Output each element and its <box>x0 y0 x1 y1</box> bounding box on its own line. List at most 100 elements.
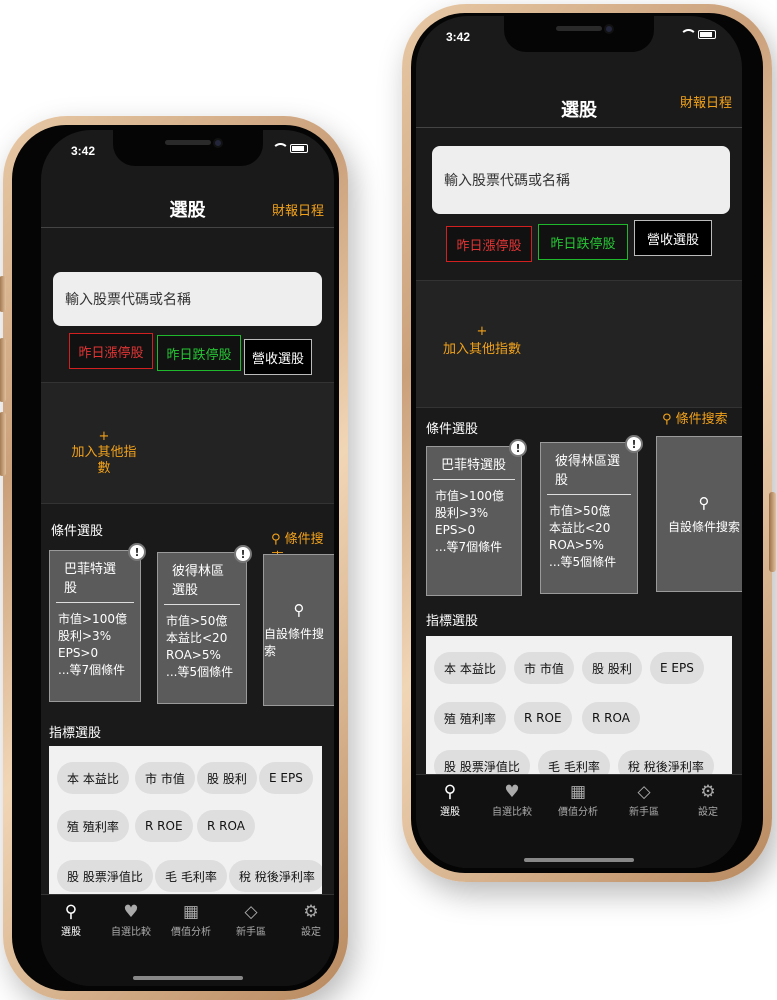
tab-settings[interactable]: ⚙ 設定 <box>281 901 334 938</box>
chip-icon: E <box>660 661 668 675</box>
diamond-icon: ◇ <box>244 902 258 922</box>
chip-dividend[interactable]: 股 股利 <box>582 652 642 684</box>
buffett-card[interactable]: ! 巴菲特選股 市值>100億 股利>3% EPS>0 ...等7個條件 <box>49 543 146 702</box>
calendar-link[interactable]: 財報日程 <box>680 92 732 111</box>
tab-label: 設定 <box>301 927 321 938</box>
chip-label: ROE <box>536 711 562 725</box>
limit-down-button[interactable]: 昨日跌停股 <box>157 335 241 371</box>
search-input[interactable]: 輸入股票代碼或名稱 <box>432 146 730 214</box>
chip-gross-margin[interactable]: 毛 毛利率 <box>155 860 227 892</box>
limit-down-button[interactable]: 昨日跌停股 <box>538 224 628 260</box>
custom-condition-card[interactable]: ⚲ 自設條件搜索 <box>656 436 742 592</box>
status-time: 3:42 <box>446 30 471 44</box>
search-icon: ⚲ <box>443 782 457 802</box>
chip-eps[interactable]: E EPS <box>259 762 313 794</box>
card-line: 市值>50億 <box>549 504 611 518</box>
card-line: 市值>50億 <box>166 614 228 628</box>
chip-label: EPS <box>671 661 694 675</box>
chip-icon: 毛 <box>548 759 561 774</box>
tab-label: 選股 <box>61 927 81 938</box>
card-line: ...等7個條件 <box>58 663 126 677</box>
chip-market-cap[interactable]: 市 市值 <box>514 652 574 684</box>
chip-gross-margin[interactable]: 毛 毛利率 <box>538 750 610 776</box>
chip-label: 殖利率 <box>82 819 119 834</box>
speaker <box>164 140 211 145</box>
chip-roe[interactable]: R ROE <box>514 702 572 734</box>
info-icon[interactable]: ! <box>128 543 146 561</box>
tab-screener[interactable]: ⚲ 選股 <box>420 781 480 818</box>
revenue-button[interactable]: 營收選股 <box>244 339 312 375</box>
chip-icon: 市 <box>524 661 537 676</box>
heart-icon: ♥ <box>123 902 139 922</box>
revenue-button[interactable]: 營收選股 <box>634 220 712 256</box>
plus-icon: + <box>476 324 488 339</box>
lynch-card[interactable]: ! 彼得林區選股 市值>50億 本益比<20 ROA>5% ...等5個條件 <box>157 545 252 704</box>
screen: 3:42 選股 財報日程 輸入股票代碼或名稱 昨日漲停股 昨日跌停股 營收選股 … <box>41 130 334 986</box>
chip-eps[interactable]: E EPS <box>650 652 704 684</box>
add-index-panel[interactable]: + 加入其他指數 <box>416 280 742 408</box>
chip-yield[interactable]: 殖 殖利率 <box>434 702 506 734</box>
tab-watchlist[interactable]: ♥ 自選比較 <box>482 781 542 818</box>
card-line: ...等7個條件 <box>435 540 503 554</box>
condition-search-link[interactable]: ⚲ 條件搜索 <box>662 408 728 427</box>
search-input[interactable]: 輸入股票代碼或名稱 <box>53 272 322 326</box>
chip-label: 本益比 <box>82 771 119 786</box>
custom-condition-card[interactable]: ⚲ 自設條件搜索 <box>263 554 334 706</box>
chip-label: ROA <box>219 819 245 833</box>
tab-valuation[interactable]: ▦ 價值分析 <box>548 781 608 818</box>
chip-market-cap[interactable]: 市 市值 <box>135 762 195 794</box>
header: 選股 財報日程 <box>41 188 334 228</box>
tab-watchlist[interactable]: ♥ 自選比較 <box>101 901 161 938</box>
search-icon: ⚲ <box>662 412 676 427</box>
tab-label: 新手區 <box>236 927 266 938</box>
chip-icon: 殖 <box>67 819 80 834</box>
chip-roa[interactable]: R ROA <box>582 702 640 734</box>
chip-pe[interactable]: 本 本益比 <box>57 762 129 794</box>
buffett-card[interactable]: ! 巴菲特選股 市值>100億 股利>3% EPS>0 ...等7個條件 <box>426 439 527 596</box>
chip-pb[interactable]: 股 股票淨值比 <box>434 750 530 776</box>
card-line: ROA>5% <box>166 648 221 662</box>
chip-yield[interactable]: 殖 殖利率 <box>57 810 129 842</box>
gear-icon: ⚙ <box>700 782 716 802</box>
tab-settings[interactable]: ⚙ 設定 <box>678 781 738 818</box>
chip-label: 市值 <box>539 661 564 676</box>
tab-bar: ⚲ 選股 ♥ 自選比較 ▦ 價值分析 ◇ 新手區 ⚙ 設定 <box>416 774 742 868</box>
custom-condition-label: 自設條件搜索 <box>667 519 740 534</box>
chip-icon: 本 <box>444 661 457 676</box>
indicator-section-title: 指標選股 <box>426 614 479 629</box>
card-line: ...等5個條件 <box>166 665 234 679</box>
chip-roa[interactable]: R ROA <box>197 810 255 842</box>
limit-up-button[interactable]: 昨日漲停股 <box>69 333 153 369</box>
chip-pe[interactable]: 本 本益比 <box>434 652 506 684</box>
search-icon: ⚲ <box>698 493 710 512</box>
chip-label: 市值 <box>160 771 185 786</box>
chip-net-margin[interactable]: 稅 稅後淨利率 <box>618 750 714 776</box>
tab-beginner[interactable]: ◇ 新手區 <box>614 781 674 818</box>
power-button <box>769 492 776 572</box>
wifi-icon <box>680 29 697 39</box>
chip-net-margin[interactable]: 稅 稅後淨利率 <box>229 860 322 892</box>
chip-dividend[interactable]: 股 股利 <box>197 762 257 794</box>
add-index-panel[interactable]: + 加入其他指數 <box>41 382 334 504</box>
wifi-icon <box>272 143 289 153</box>
camera <box>212 138 223 148</box>
info-icon[interactable]: ! <box>625 435 643 453</box>
card-line: ROA>5% <box>549 538 604 552</box>
tab-valuation[interactable]: ▦ 價值分析 <box>161 901 221 938</box>
screen: 3:42 選股 財報日程 輸入股票代碼或名稱 昨日漲停股 昨日跌停股 營收選股 … <box>416 16 742 868</box>
speaker <box>556 26 602 31</box>
card-line: 市值>100億 <box>58 612 127 626</box>
calendar-link[interactable]: 財報日程 <box>272 200 324 219</box>
info-icon[interactable]: ! <box>509 439 527 457</box>
indicator-chips: 本 本益比 市 市值 股 股利 E EPS 殖 殖利率 R ROE R ROA … <box>426 636 732 776</box>
add-index-label: 加入其他指數 <box>71 445 137 476</box>
tab-screener[interactable]: ⚲ 選股 <box>41 901 101 938</box>
tab-beginner[interactable]: ◇ 新手區 <box>221 901 281 938</box>
limit-up-button[interactable]: 昨日漲停股 <box>446 226 532 262</box>
info-icon[interactable]: ! <box>234 545 252 563</box>
chip-roe[interactable]: R ROE <box>135 810 193 842</box>
chip-pb[interactable]: 股 股票淨值比 <box>57 860 153 892</box>
lynch-card[interactable]: ! 彼得林區選股 市值>50億 本益比<20 ROA>5% ...等5個條件 <box>540 435 643 594</box>
chip-icon: E <box>269 771 277 785</box>
phone-left: 3:42 選股 財報日程 輸入股票代碼或名稱 昨日漲停股 昨日跌停股 營收選股 … <box>0 116 348 1000</box>
